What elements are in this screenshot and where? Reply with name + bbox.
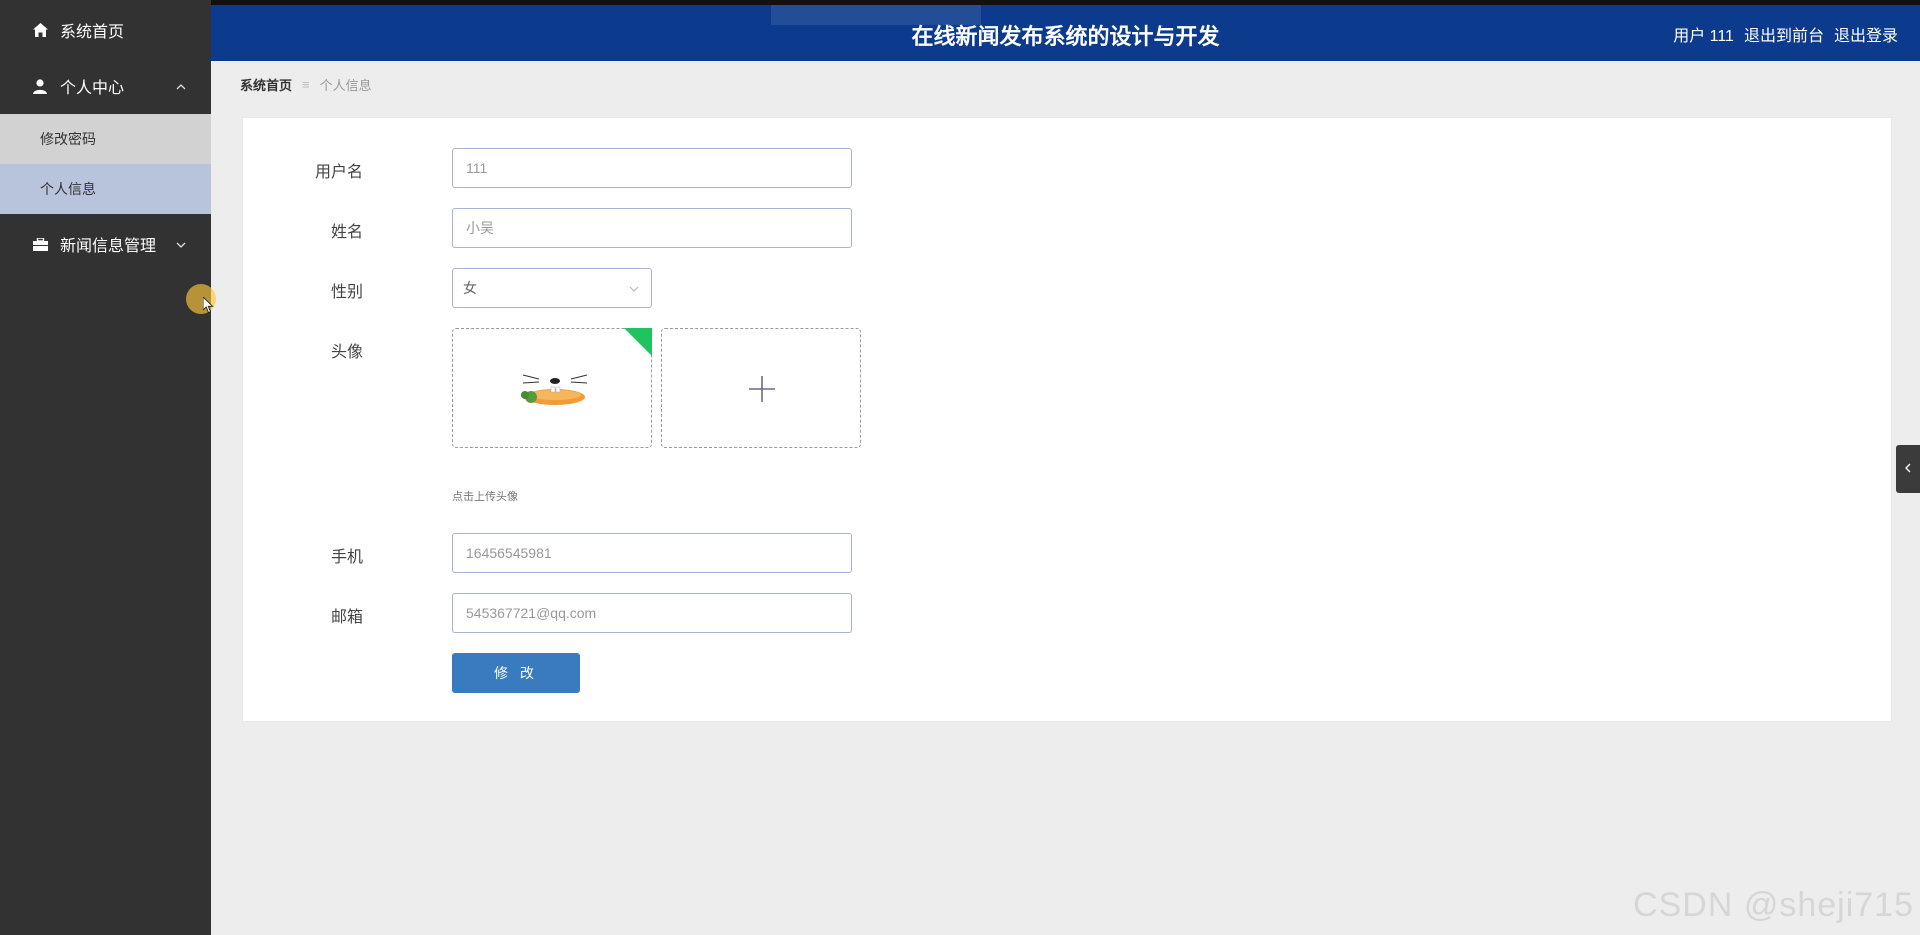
current-user: 用户 111 [1673, 28, 1734, 45]
chevron-down-icon [629, 281, 639, 295]
breadcrumb-separator-icon: ≡ [302, 77, 310, 92]
user-icon [32, 78, 48, 94]
sidebar-item-personal-info[interactable]: 个人信息 [0, 164, 211, 214]
phone-input[interactable] [452, 533, 852, 573]
sidebar-item-home[interactable]: 系统首页 [0, 4, 211, 56]
plus-icon [662, 329, 862, 449]
email-input[interactable] [452, 593, 852, 633]
username-input[interactable] [452, 148, 852, 188]
briefcase-icon [32, 236, 48, 252]
exit-front-link[interactable]: 退出到前台 [1744, 22, 1824, 46]
username-label: 用户名 [314, 164, 363, 181]
watermark: CSDN @sheji715 [1633, 886, 1914, 924]
email-label: 邮箱 [330, 609, 363, 626]
breadcrumb: 系统首页 ≡ 个人信息 [240, 75, 372, 94]
chevron-down-icon [176, 237, 186, 251]
sidebar-item-personal-center-label: 个人中心 [60, 80, 125, 97]
name-input[interactable] [452, 208, 852, 248]
gender-select[interactable]: 女 [452, 268, 652, 308]
mouse-pointer-icon [203, 297, 214, 314]
avatar-image [521, 373, 588, 405]
sidebar-item-home-label: 系统首页 [60, 24, 125, 41]
sidebar-item-personal-center[interactable]: 个人中心 [0, 60, 211, 112]
collapse-panel-button[interactable] [1896, 445, 1920, 493]
header-actions: 用户 111 退出到前台 退出登录 [1673, 22, 1898, 46]
phone-label: 手机 [330, 549, 363, 566]
page-title: 在线新闻发布系统的设计与开发 [911, 24, 1220, 49]
chevron-left-icon [1905, 462, 1911, 476]
top-header: 在线新闻发布系统的设计与开发 用户 111 退出到前台 退出登录 [211, 0, 1920, 61]
name-label: 姓名 [330, 224, 363, 241]
gender-select-value: 女 [463, 280, 477, 296]
breadcrumb-current: 个人信息 [319, 78, 372, 93]
sidebar-item-news-management[interactable]: 新闻信息管理 [0, 218, 211, 270]
avatar-label: 头像 [330, 344, 363, 361]
sidebar: 系统首页 个人中心 修改密码 个人信息 新闻信息管理 [0, 0, 211, 935]
avatar-upload-button[interactable] [661, 328, 861, 448]
sidebar-item-news-management-label: 新闻信息管理 [60, 238, 157, 255]
sidebar-item-change-password[interactable]: 修改密码 [0, 114, 211, 164]
profile-form-card: 用户名 姓名 性别 女 头像 点击上传头像 手机 [242, 117, 1892, 722]
home-icon [32, 22, 48, 38]
submit-button[interactable]: 修 改 [452, 653, 580, 693]
gender-label: 性别 [330, 284, 363, 301]
avatar-preview[interactable] [452, 328, 652, 448]
upload-success-icon [624, 328, 652, 356]
avatar-upload-hint: 点击上传头像 [452, 491, 518, 503]
chevron-up-icon [176, 79, 186, 93]
breadcrumb-home[interactable]: 系统首页 [240, 75, 292, 94]
logout-link[interactable]: 退出登录 [1834, 22, 1898, 46]
